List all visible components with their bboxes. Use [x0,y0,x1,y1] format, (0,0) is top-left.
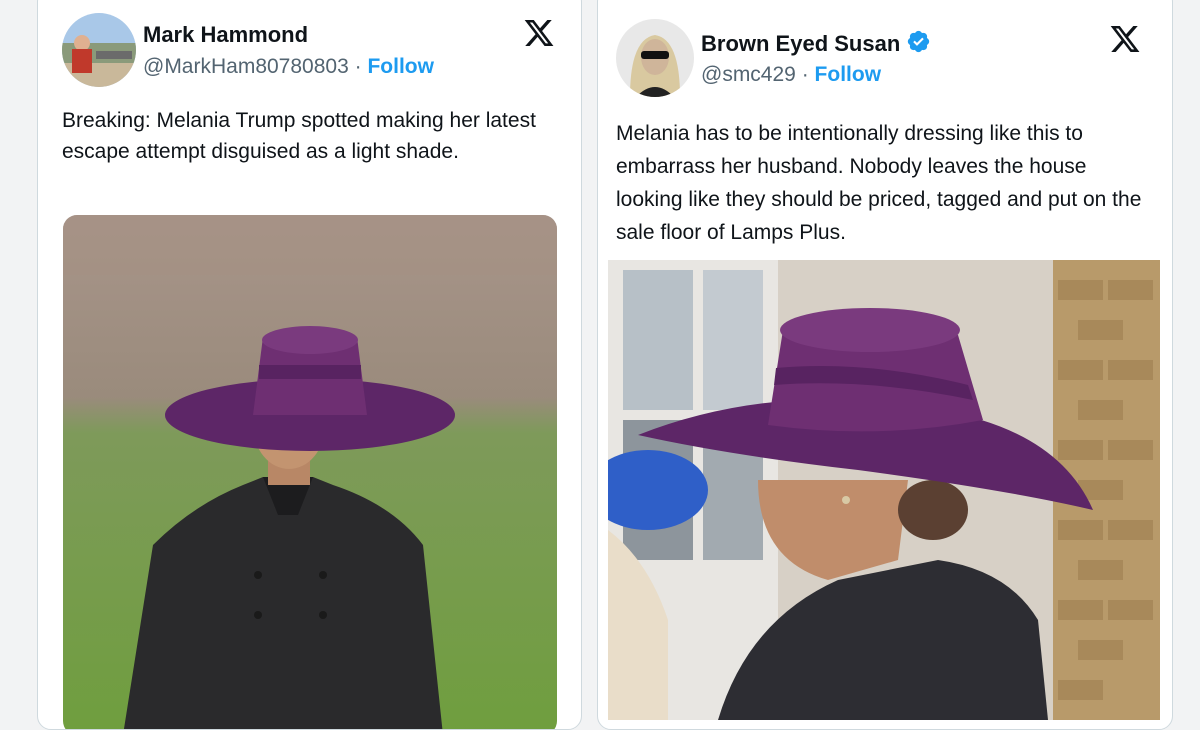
author-handle[interactable]: @MarkHam80780803 [143,55,349,78]
tweet-card-mark-hammond[interactable]: Mark Hammond @MarkHam80780803 · Follow B… [37,0,582,730]
separator-dot: · [801,63,809,86]
author-name[interactable]: Mark Hammond [143,22,308,48]
tweet-media-image[interactable] [63,215,557,729]
author-handle[interactable]: @smc429 [701,63,796,86]
x-logo-icon[interactable] [522,17,556,54]
tweet-card-brown-eyed-susan[interactable]: Brown Eyed Susan @smc429 · Follow Melani… [597,0,1173,730]
tweet-text: Breaking: Melania Trump spotted making h… [62,109,536,163]
author-name[interactable]: Brown Eyed Susan [701,29,931,60]
x-logo-icon[interactable] [1108,23,1142,60]
handle-row: @smc429 · Follow [701,63,881,87]
follow-button[interactable]: Follow [367,55,434,78]
separator-dot: · [354,55,362,78]
follow-button[interactable]: Follow [815,63,882,86]
tweet-text: Melania has to be intentionally dressing… [616,122,1142,244]
verified-badge-icon [906,29,931,60]
avatar[interactable] [616,19,694,97]
author-name-text: Brown Eyed Susan [701,31,901,56]
tweet-media-image[interactable] [608,260,1160,720]
handle-row: @MarkHam80780803 · Follow [143,55,434,79]
avatar[interactable] [62,13,136,87]
